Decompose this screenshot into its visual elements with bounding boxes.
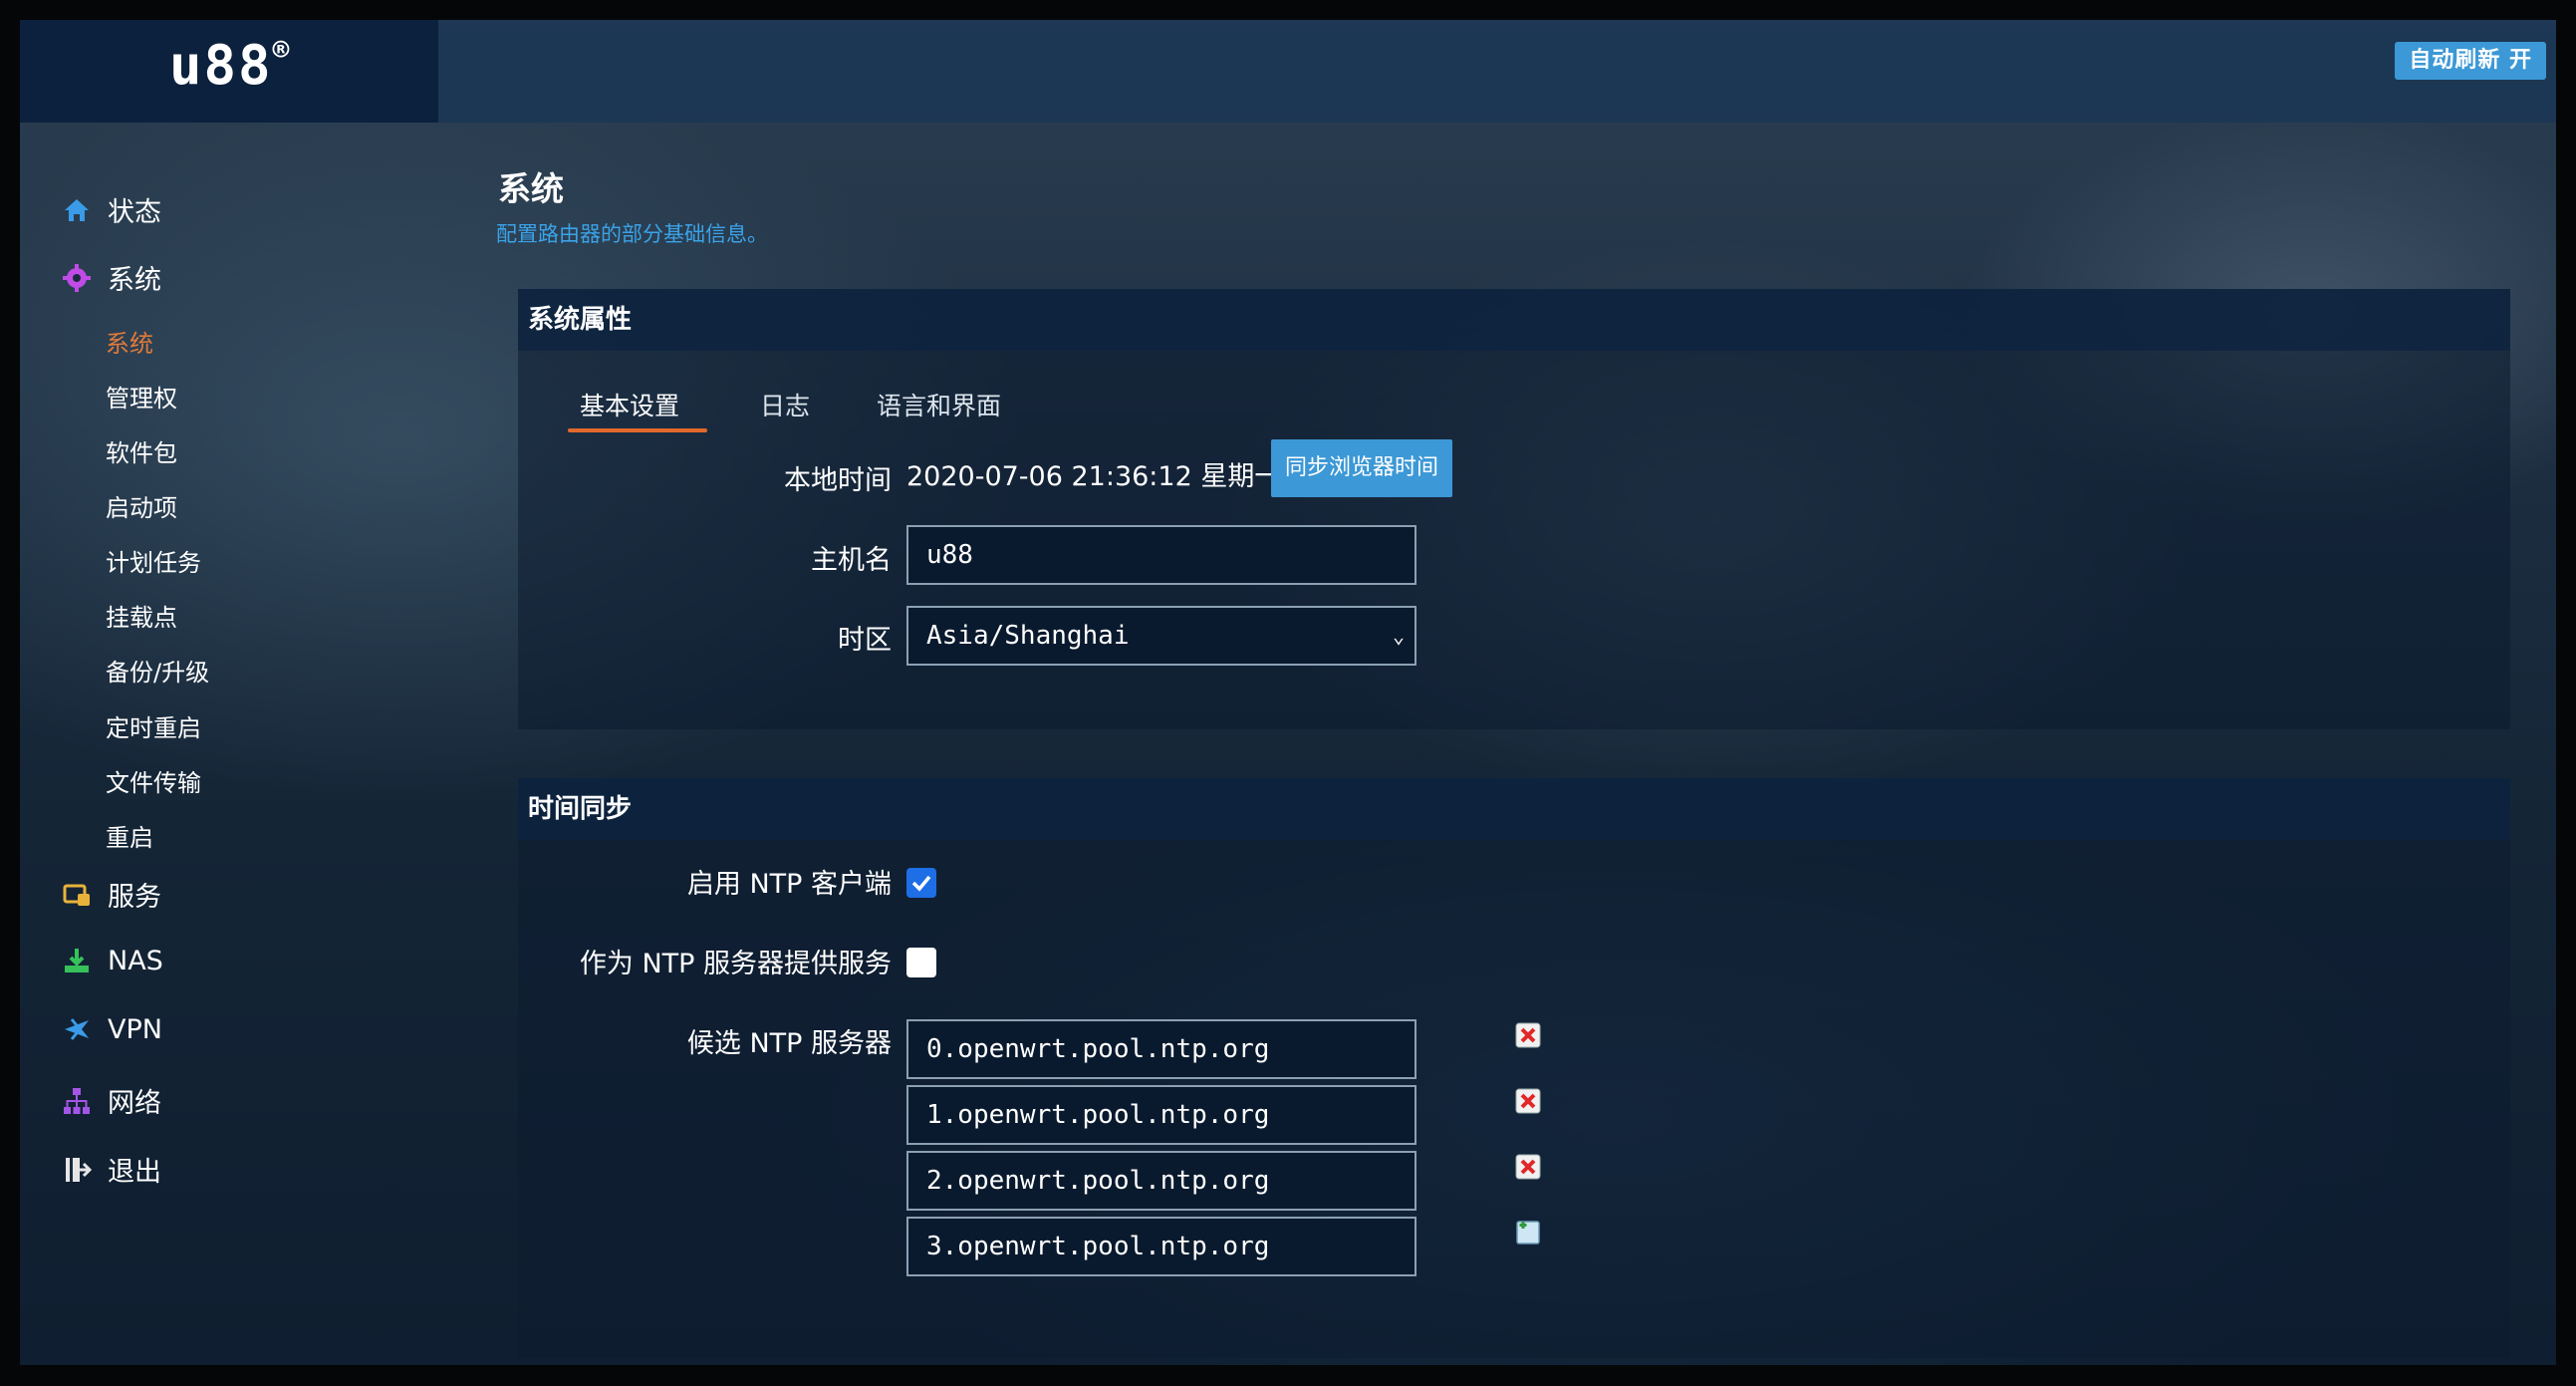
timezone-label: 时区 — [838, 625, 892, 656]
sidebar-item-label: 网络 — [108, 1088, 161, 1119]
logout-icon — [60, 1153, 94, 1187]
sidebar-item-label: VPN — [108, 1013, 162, 1045]
candidate-ntp-label: 候选 NTP 服务器 — [686, 1028, 892, 1059]
section-time-sync-heading: 时间同步 — [518, 778, 2510, 840]
timezone-selected-value: Asia/Shanghai — [926, 621, 1130, 651]
sidebar-item-logout[interactable]: 退出 — [60, 1150, 161, 1189]
sidebar: 状态 系统 系统 管理权 软件包 启动项 计划任务 挂载点 备份/升级 定时重启… — [20, 123, 438, 1365]
logo-area: u88® — [20, 20, 438, 123]
chevron-down-icon: ⌄ — [1392, 624, 1405, 648]
remove-server-icon[interactable] — [1514, 1021, 1542, 1049]
services-icon — [60, 878, 94, 912]
section-time-sync: 启用 NTP 客户端 作为 NTP 服务器提供服务 候选 NTP 服务器 0.o… — [518, 840, 2510, 1358]
ntp-server-checkbox[interactable] — [906, 948, 936, 977]
home-icon — [60, 193, 94, 227]
sidebar-sub-scheduled-reboot[interactable]: 定时重启 — [106, 708, 201, 743]
tab-active-indicator — [568, 428, 707, 432]
ntp-server-input[interactable]: 1.openwrt.pool.ntp.org — [906, 1085, 1417, 1145]
hostname-label: 主机名 — [811, 545, 892, 576]
hostname-input[interactable]: u88 — [906, 525, 1417, 585]
sync-browser-time-button[interactable]: 同步浏览器时间 — [1271, 439, 1453, 497]
sidebar-sub-reboot[interactable]: 重启 — [106, 818, 153, 853]
tab-basic-settings[interactable]: 基本设置 — [580, 387, 679, 422]
network-icon — [60, 1084, 94, 1118]
vpn-icon — [60, 1012, 94, 1046]
ntp-server-input[interactable]: 2.openwrt.pool.ntp.org — [906, 1151, 1417, 1211]
page-description: 配置路由器的部分基础信息。 — [496, 222, 768, 246]
enable-ntp-checkbox[interactable] — [906, 868, 936, 898]
ntp-server-label: 作为 NTP 服务器提供服务 — [579, 949, 892, 979]
enable-ntp-label: 启用 NTP 客户端 — [686, 869, 892, 900]
sidebar-item-system[interactable]: 系统 — [60, 258, 161, 297]
remove-server-icon[interactable] — [1514, 1087, 1542, 1115]
remove-server-icon[interactable] — [1514, 1153, 1542, 1181]
top-bar: 自动刷新 开 — [438, 20, 2556, 123]
app-window: u88® 自动刷新 开 状态 系统 系统 管理权 软件包 启动项 计划任务 挂载… — [20, 20, 2556, 1365]
sidebar-item-label: NAS — [108, 945, 163, 976]
ntp-server-input[interactable]: 0.openwrt.pool.ntp.org — [906, 1019, 1417, 1079]
sidebar-item-status[interactable]: 状态 — [60, 190, 161, 229]
tab-log[interactable]: 日志 — [760, 387, 810, 422]
sidebar-item-label: 系统 — [108, 265, 161, 296]
sidebar-item-vpn[interactable]: VPN — [60, 1012, 162, 1046]
page-title: 系统 — [498, 169, 564, 208]
sidebar-item-network[interactable]: 网络 — [60, 1081, 161, 1120]
gear-icon — [60, 261, 94, 295]
sidebar-item-services[interactable]: 服务 — [60, 875, 161, 914]
auto-refresh-toggle[interactable]: 自动刷新 开 — [2395, 42, 2546, 80]
sidebar-sub-admin[interactable]: 管理权 — [106, 379, 177, 414]
sidebar-item-label: 服务 — [108, 882, 161, 913]
sidebar-item-label: 退出 — [108, 1157, 161, 1188]
sidebar-sub-system[interactable]: 系统 — [106, 324, 153, 359]
section-system-properties-heading: 系统属性 — [518, 289, 2510, 351]
checkmark-icon — [911, 875, 931, 892]
sidebar-item-nas[interactable]: NAS — [60, 944, 163, 977]
sidebar-sub-cron[interactable]: 计划任务 — [106, 543, 201, 578]
local-time-label: 本地时间 — [784, 465, 892, 496]
brand-logo[interactable]: u88® — [169, 33, 291, 97]
sidebar-sub-file-transfer[interactable]: 文件传输 — [106, 763, 201, 798]
timezone-select[interactable]: Asia/Shanghai ⌄ — [906, 606, 1417, 666]
add-server-icon[interactable] — [1514, 1219, 1542, 1247]
section-system-properties: 基本设置 日志 语言和界面 本地时间 2020-07-06 21:36:12 星… — [518, 351, 2510, 729]
sidebar-sub-packages[interactable]: 软件包 — [106, 433, 177, 468]
main-content: 系统 配置路由器的部分基础信息。 系统属性 基本设置 日志 语言和界面 本地时间… — [438, 123, 2556, 1365]
sidebar-sub-startup[interactable]: 启动项 — [106, 488, 177, 523]
ntp-server-input[interactable]: 3.openwrt.pool.ntp.org — [906, 1217, 1417, 1276]
local-time-value: 2020-07-06 21:36:12 星期一 — [906, 461, 1282, 492]
nas-icon — [60, 944, 94, 977]
tab-language-ui[interactable]: 语言和界面 — [877, 387, 1001, 422]
sidebar-item-label: 状态 — [108, 197, 161, 228]
sidebar-sub-mounts[interactable]: 挂载点 — [106, 598, 177, 633]
sidebar-sub-backup[interactable]: 备份/升级 — [106, 653, 209, 688]
